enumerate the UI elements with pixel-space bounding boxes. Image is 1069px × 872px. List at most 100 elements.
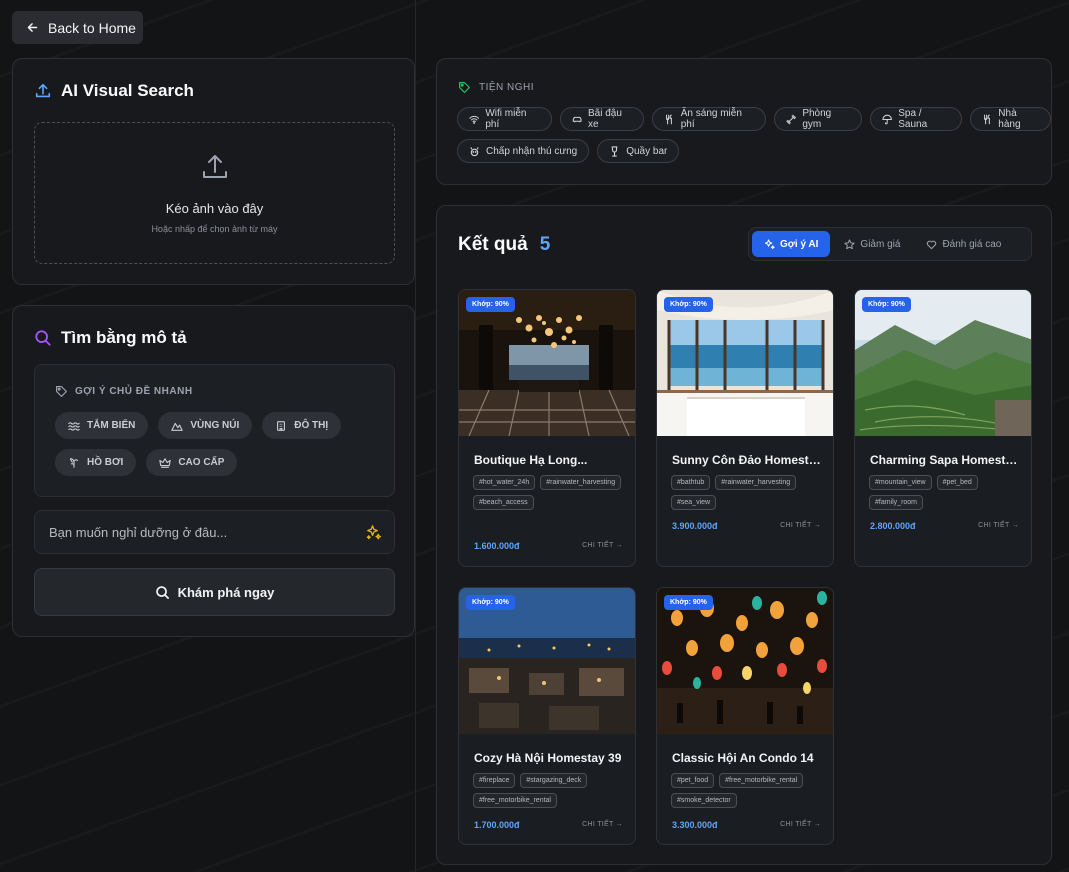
image-dropzone[interactable]: Kéo ảnh vào đây Hoặc nhấp để chọn ảnh từ… xyxy=(34,122,395,264)
pool-icon xyxy=(70,457,78,468)
search-icon xyxy=(35,330,51,346)
card-price: 1.600.000đ xyxy=(474,541,520,551)
star-icon xyxy=(844,238,856,249)
card-price: 1.700.000đ xyxy=(474,820,520,830)
amenity-gym[interactable]: Phòng gym xyxy=(774,107,862,131)
result-card[interactable]: Khớp: 90% Cozy Hà Nội Homestay 39 #firep… xyxy=(458,587,636,845)
search-icon xyxy=(155,585,169,599)
upload-icon xyxy=(35,83,51,98)
upload-icon xyxy=(202,155,227,178)
waves-icon xyxy=(68,421,80,431)
building-icon xyxy=(277,420,286,431)
results-panel: Kết quả 5 Gợi ý AI Giảm giá Đánh giá cao xyxy=(436,205,1052,865)
result-card[interactable]: Khớp: 90% Charming Sapa Homesta... #moun… xyxy=(854,289,1032,567)
back-to-home-button[interactable]: Back to Home xyxy=(12,11,143,44)
amenity-breakfast[interactable]: Ăn sáng miễn phí xyxy=(652,107,766,131)
card-detail-link[interactable]: CHI TIẾT → xyxy=(582,542,623,549)
dumbbell-icon xyxy=(786,114,796,124)
visual-search-title: AI Visual Search xyxy=(34,81,194,101)
sparkles-icon[interactable] xyxy=(365,524,382,541)
card-image-hanoi: Khớp: 90% xyxy=(459,588,635,734)
card-detail-link[interactable]: CHI TIẾT → xyxy=(780,522,821,529)
card-tag: #rainwater_harvesting xyxy=(715,475,797,490)
card-tags: #bathtub #rainwater_harvesting #sea_view xyxy=(671,475,826,510)
card-tag: #fireplace xyxy=(473,773,516,788)
topic-chip-luxury[interactable]: CAO CẤP xyxy=(146,449,238,476)
visual-search-panel: AI Visual Search Kéo ảnh vào đây Hoặc nh… xyxy=(12,58,415,285)
description-input[interactable] xyxy=(49,524,349,540)
card-image-halong: Khớp: 90% xyxy=(459,290,635,437)
amenity-spa[interactable]: Spa / Sauna xyxy=(869,107,962,131)
amenity-pets[interactable]: Chấp nhận thú cưng xyxy=(457,139,590,163)
dropzone-subtitle: Hoặc nhấp để chọn ảnh từ máy xyxy=(151,224,278,234)
card-title: Charming Sapa Homesta... xyxy=(870,453,1020,467)
card-tag: #rainwater_harvesting xyxy=(540,475,622,490)
card-price: 3.300.000đ xyxy=(672,820,718,830)
match-badge: Khớp: 90% xyxy=(664,297,713,312)
card-image-hoian: Khớp: 90% xyxy=(657,588,833,734)
card-tag: #mountain_view xyxy=(869,475,932,490)
card-title: Cozy Hà Nội Homestay 39 xyxy=(474,751,622,765)
crown-icon xyxy=(159,457,172,468)
amenity-wifi[interactable]: Wifi miễn phí xyxy=(457,107,552,131)
mountain-icon xyxy=(171,422,184,431)
card-price: 2.800.000đ xyxy=(870,521,916,531)
card-image-sapa: Khớp: 90% xyxy=(855,290,1031,436)
card-tag: #pet_food xyxy=(671,773,715,788)
card-tag: #hot_water_24h xyxy=(473,475,536,490)
match-badge: Khớp: 90% xyxy=(466,595,515,610)
arrow-left-icon xyxy=(27,23,38,32)
tag-icon xyxy=(56,386,67,397)
pet-icon xyxy=(470,146,479,156)
topic-chip-mountain[interactable]: VÙNG NÚI xyxy=(158,412,253,439)
card-detail-link[interactable]: CHI TIẾT → xyxy=(780,821,821,828)
utensils-icon xyxy=(666,114,673,124)
card-tag: #pet_bed xyxy=(936,475,978,490)
quick-topic-heading: GỢI Ý CHỦ ĐỀ NHANH xyxy=(55,385,193,398)
results-count: 5 xyxy=(539,234,551,255)
sparkles-icon xyxy=(764,238,775,249)
result-card[interactable]: Khớp: 90% Boutique Hạ Long... #hot_water… xyxy=(458,289,636,567)
card-tag: #beach_access xyxy=(473,495,534,510)
card-tag: #sea_view xyxy=(671,495,717,510)
result-card[interactable]: Khớp: 90% Classic Hội An Condo 14 #pet_f… xyxy=(656,587,834,845)
card-price: 3.900.000đ xyxy=(672,521,718,531)
topic-chip-city[interactable]: ĐÔ THỊ xyxy=(262,412,342,439)
utensils-icon xyxy=(984,114,990,124)
card-tags: #hot_water_24h #rainwater_harvesting #be… xyxy=(473,475,628,510)
sort-ai-suggest[interactable]: Gợi ý AI xyxy=(752,231,831,257)
topic-chip-beach[interactable]: TẮM BIỂN xyxy=(55,412,149,439)
description-field[interactable] xyxy=(34,510,395,554)
quick-topic-box: GỢI Ý CHỦ ĐỀ NHANH TẮM BIỂN VÙNG NÚI ĐÔ … xyxy=(34,364,395,497)
card-detail-link[interactable]: CHI TIẾT → xyxy=(582,821,623,828)
describe-search-title: Tìm bằng mô tả xyxy=(34,328,187,348)
match-badge: Khớp: 90% xyxy=(466,297,515,312)
wine-icon xyxy=(611,145,618,157)
amenity-restaurant[interactable]: Nhà hàng xyxy=(969,107,1051,131)
explore-button[interactable]: Khám phá ngay xyxy=(34,568,395,616)
card-tags: #mountain_view #pet_bed #family_room xyxy=(869,475,1024,510)
card-tag: #bathtub xyxy=(671,475,711,490)
result-card[interactable]: Khớp: 90% Sunny Côn Đảo Homesta... #bath… xyxy=(656,289,834,567)
topic-chip-pool[interactable]: HỒ BƠI xyxy=(55,449,137,476)
heart-icon xyxy=(927,240,937,249)
amenity-bar[interactable]: Quầy bar xyxy=(597,139,680,163)
card-image-condao: Khớp: 90% xyxy=(657,290,833,436)
card-tag: #free_motorbike_rental xyxy=(719,773,804,788)
match-badge: Khớp: 90% xyxy=(862,297,911,312)
amenities-panel: TIỆN NGHI Wifi miễn phí Bãi đậu xe Ăn sá… xyxy=(436,58,1052,185)
results-title: Kết quả xyxy=(458,234,528,255)
results-heading: Kết quả 5 xyxy=(458,234,550,256)
umbrella-icon xyxy=(882,114,892,124)
sort-top-rated[interactable]: Đánh giá cao xyxy=(914,231,1013,257)
card-title: Classic Hội An Condo 14 xyxy=(672,751,814,765)
sort-discount[interactable]: Giảm giá xyxy=(832,231,912,257)
car-icon xyxy=(572,116,582,122)
card-tag: #stargazing_deck xyxy=(520,773,588,788)
amenity-parking[interactable]: Bãi đậu xe xyxy=(559,107,645,131)
amenities-heading: TIỆN NGHI xyxy=(458,81,534,94)
describe-search-panel: Tìm bằng mô tả GỢI Ý CHỦ ĐỀ NHANH TẮM BI… xyxy=(12,305,415,637)
card-tags: #pet_food #free_motorbike_rental #smoke_… xyxy=(671,773,826,808)
card-detail-link[interactable]: CHI TIẾT → xyxy=(978,522,1019,529)
wifi-icon xyxy=(469,115,479,124)
